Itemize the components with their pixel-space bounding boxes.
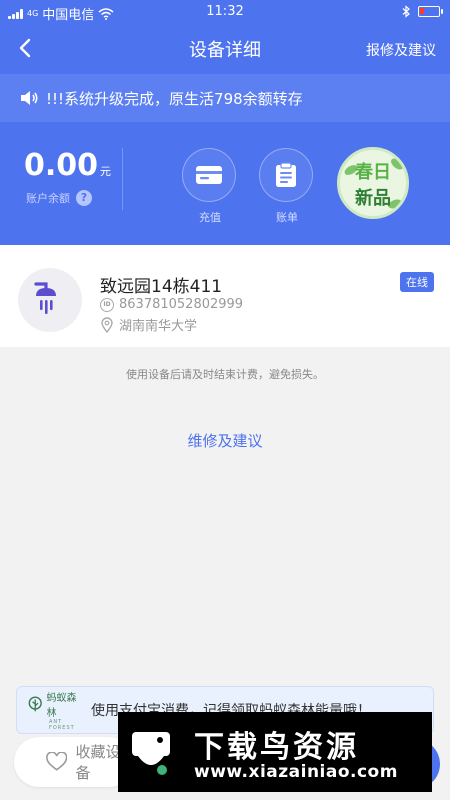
favorite-button[interactable]: 收藏设备 (14, 737, 134, 787)
card-icon (196, 166, 222, 184)
location-pin-icon (101, 316, 113, 333)
balance-label: 账户余额 ? (26, 190, 92, 206)
id-icon: ID (100, 297, 114, 312)
spring-promo-badge[interactable]: 春日 新品 (337, 147, 409, 219)
device-name: 致远园14栋411 (100, 277, 223, 297)
wallet-panel: 0.00 元 账户余额 ? 充值 账单 春日 新品 (0, 122, 450, 245)
clipboard-icon (276, 162, 296, 187)
ant-forest-logo-sub: ANT FOREST (49, 719, 75, 731)
wallet-divider (122, 148, 123, 210)
ant-forest-logo: 蚂蚁森林 ANT FOREST (27, 689, 83, 731)
recharge-label: 充值 (199, 211, 221, 224)
bill-button[interactable]: 账单 (259, 148, 315, 225)
bird-logo-icon (132, 732, 170, 775)
device-location-row: 湖南南华大学 (100, 315, 197, 334)
balance-amount: 0.00 元 (24, 148, 111, 183)
device-card: 致远园14栋411 在线 ID 863781052802999 湖南南华大学 (0, 245, 450, 347)
promo-line2: 新品 (355, 188, 391, 209)
promo-line1: 春日 (355, 162, 391, 183)
tree-icon (28, 696, 42, 712)
watermark-title: 下载鸟资源 (194, 730, 359, 765)
recharge-button[interactable]: 充值 (182, 148, 238, 225)
help-icon[interactable]: ? (76, 190, 92, 206)
bill-label: 账单 (276, 211, 298, 224)
watermark-url: www.xiazainiao.com (194, 762, 398, 782)
status-bar: 4G 中国电信 11:32 (0, 0, 450, 24)
battery-icon (418, 6, 443, 17)
device-location: 湖南南华大学 (119, 319, 198, 334)
balance-value: 0.00 (24, 148, 99, 183)
bluetooth-icon (402, 5, 410, 18)
balance-label-text: 账户余额 (26, 192, 70, 205)
report-repair-link[interactable]: 报修及建议 (366, 40, 436, 60)
notice-text: !!!系统升级完成，原生活798余额转存 (46, 89, 303, 108)
device-id: 863781052802999 (119, 297, 244, 312)
heart-icon (46, 752, 68, 771)
speaker-icon (21, 91, 38, 105)
device-avatar (18, 268, 82, 332)
ant-forest-logo-text: 蚂蚁森林 (46, 693, 77, 719)
system-notice[interactable]: !!!系统升级完成，原生活798余额转存 (0, 74, 450, 122)
site-watermark: 下载鸟资源 www.xiazainiao.com (118, 712, 432, 792)
balance-unit: 元 (100, 165, 112, 178)
nav-bar: 设备详细 报修及建议 (0, 24, 450, 74)
status-time: 11:32 (206, 4, 244, 19)
shower-icon (34, 282, 56, 314)
repair-suggest-link[interactable]: 维修及建议 (0, 430, 450, 451)
usage-tip: 使用设备后请及时结束计费，避免损失。 (126, 368, 324, 381)
status-badge: 在线 (400, 272, 434, 292)
device-id-row: ID 863781052802999 (100, 297, 243, 312)
